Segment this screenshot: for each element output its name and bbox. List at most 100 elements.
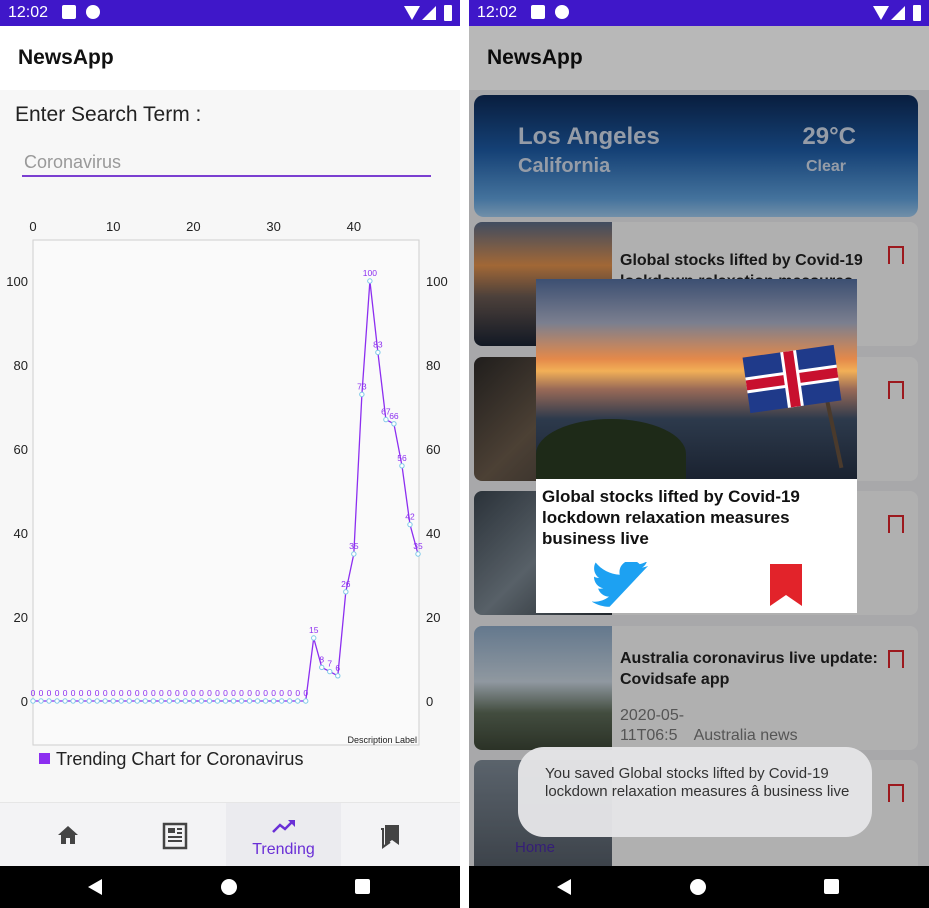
system-nav-bar bbox=[0, 866, 460, 908]
data-value-label: 66 bbox=[389, 411, 399, 421]
legend-label: Trending Chart for Coronavirus bbox=[56, 749, 304, 769]
y-tick-label-left: 40 bbox=[14, 526, 28, 541]
x-tick-label: 30 bbox=[266, 219, 280, 234]
twitter-icon[interactable] bbox=[592, 562, 648, 608]
sd-card-icon bbox=[62, 5, 76, 19]
back-icon[interactable] bbox=[88, 879, 102, 895]
data-point bbox=[214, 698, 221, 704]
data-value-label: 0 bbox=[279, 688, 284, 698]
y-tick-label-right: 20 bbox=[426, 610, 440, 625]
data-value-label: 0 bbox=[263, 688, 268, 698]
chart-legend: Trending Chart for Coronavirus bbox=[39, 749, 303, 770]
data-point bbox=[391, 421, 397, 427]
bookmarks-icon bbox=[381, 825, 399, 849]
data-point bbox=[166, 698, 173, 704]
data-point bbox=[303, 698, 309, 704]
sd-card-icon bbox=[531, 5, 545, 19]
data-value-label: 0 bbox=[247, 688, 252, 698]
data-point bbox=[311, 635, 317, 641]
data-point bbox=[206, 698, 213, 704]
y-tick-label-right: 60 bbox=[426, 442, 440, 457]
home-circle-icon[interactable] bbox=[221, 879, 237, 895]
data-value-label: 0 bbox=[135, 688, 140, 698]
bookmark-filled-icon[interactable] bbox=[769, 564, 803, 606]
home-circle-icon[interactable] bbox=[690, 879, 706, 895]
data-point bbox=[270, 698, 277, 704]
data-point bbox=[319, 664, 325, 671]
data-value-label: 0 bbox=[183, 688, 188, 698]
data-value-label: 83 bbox=[373, 339, 383, 349]
data-value-label: 15 bbox=[309, 625, 319, 635]
nav-trending[interactable]: Trending bbox=[226, 803, 341, 867]
data-value-label: 7 bbox=[327, 659, 332, 669]
app-title: NewsApp bbox=[18, 46, 114, 69]
nav-home[interactable] bbox=[10, 803, 125, 867]
data-point bbox=[126, 698, 132, 704]
dialog-headline: Global stocks lifted by Covid-19 lockdow… bbox=[542, 487, 800, 548]
signal-icon bbox=[422, 6, 436, 20]
data-point bbox=[294, 698, 301, 704]
data-point bbox=[327, 668, 333, 675]
data-value-label: 0 bbox=[47, 688, 52, 698]
plot-area bbox=[32, 239, 420, 746]
nav-trending-label: Trending bbox=[252, 841, 315, 858]
data-value-label: 35 bbox=[413, 541, 423, 551]
data-point bbox=[359, 391, 365, 398]
data-value-label: 0 bbox=[31, 688, 36, 698]
data-value-label: 0 bbox=[151, 688, 156, 698]
data-point bbox=[335, 673, 341, 679]
data-value-label: 0 bbox=[143, 688, 148, 698]
data-value-label: 0 bbox=[103, 688, 108, 698]
data-value-label: 56 bbox=[397, 453, 407, 463]
data-value-label: 42 bbox=[405, 512, 415, 522]
data-value-label: 0 bbox=[87, 688, 92, 698]
recents-icon[interactable] bbox=[355, 879, 370, 894]
y-tick-label-right: 0 bbox=[426, 694, 433, 709]
data-point bbox=[190, 698, 197, 704]
data-value-label: 0 bbox=[271, 688, 276, 698]
sync-icon bbox=[555, 5, 569, 19]
recents-icon[interactable] bbox=[824, 879, 839, 894]
data-point bbox=[102, 698, 108, 704]
data-point bbox=[246, 698, 253, 704]
battery-icon bbox=[444, 5, 452, 21]
data-value-label: 0 bbox=[95, 688, 100, 698]
data-value-label: 26 bbox=[341, 579, 351, 589]
search-input[interactable] bbox=[22, 150, 431, 177]
data-point bbox=[158, 698, 165, 704]
data-value-label: 0 bbox=[111, 688, 116, 698]
legend-swatch bbox=[39, 753, 50, 764]
saved-toast: You saved Global stocks lifted by Covid-… bbox=[518, 747, 872, 837]
data-value-label: 0 bbox=[167, 688, 172, 698]
status-time: 12:02 bbox=[8, 4, 49, 21]
data-point bbox=[86, 698, 92, 704]
y-tick-label-left: 60 bbox=[14, 442, 28, 457]
data-value-label: 0 bbox=[63, 688, 68, 698]
wifi-icon bbox=[404, 6, 420, 20]
shrub-shape bbox=[536, 419, 686, 479]
data-value-label: 35 bbox=[349, 541, 359, 551]
back-icon[interactable] bbox=[557, 879, 571, 895]
data-point bbox=[118, 698, 124, 704]
trending-chart: 0 10 20 30 40 0 020 2040 4060 6080 80100 100 00000… bbox=[6, 219, 448, 746]
system-nav-bar bbox=[469, 866, 929, 908]
bottom-navigation: Trending bbox=[0, 802, 460, 867]
data-point bbox=[278, 698, 285, 704]
data-point bbox=[262, 698, 269, 704]
nav-saved[interactable] bbox=[334, 803, 449, 867]
trending-up-icon bbox=[272, 820, 295, 833]
x-tick-labels: 0 10 20 30 40 bbox=[29, 219, 361, 234]
data-point bbox=[415, 551, 421, 557]
data-value-label: 0 bbox=[79, 688, 84, 698]
data-point bbox=[351, 551, 357, 557]
data-value-label: 6 bbox=[335, 663, 340, 673]
data-point bbox=[150, 698, 157, 704]
y-tick-label-left: 20 bbox=[14, 610, 28, 625]
data-value-label: 0 bbox=[175, 688, 180, 698]
nav-headlines[interactable] bbox=[118, 803, 233, 867]
y-tick-label-right: 40 bbox=[426, 526, 440, 541]
data-value-label: 8 bbox=[319, 654, 324, 664]
data-value-label: 73 bbox=[357, 381, 367, 391]
x-tick-label: 10 bbox=[106, 219, 120, 234]
x-tick-label: 20 bbox=[186, 219, 200, 234]
